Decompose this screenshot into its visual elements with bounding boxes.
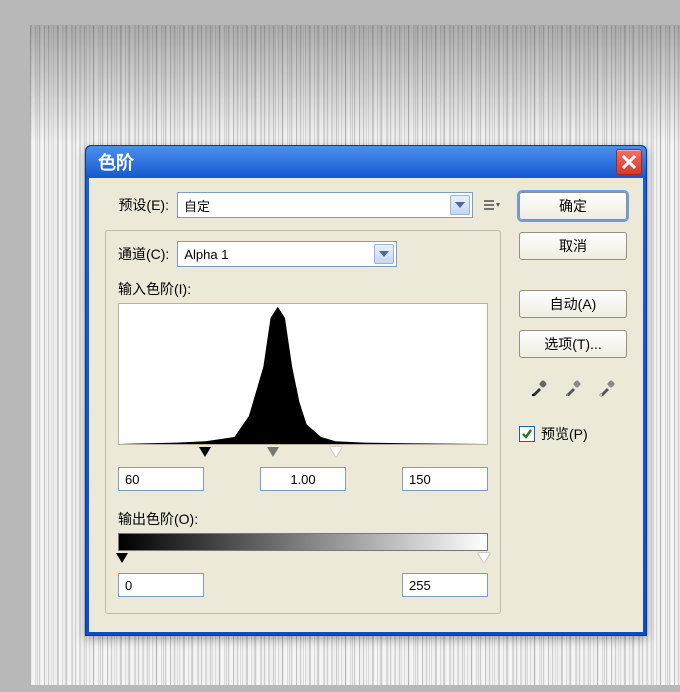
auto-button[interactable]: 自动(A) [519, 290, 627, 318]
shadow-input[interactable]: 60 [118, 467, 204, 491]
channel-combo[interactable]: Alpha 1 [177, 241, 397, 267]
channel-value: Alpha 1 [184, 247, 374, 262]
output-high-input[interactable]: 255 [402, 573, 488, 597]
levels-dialog: 色阶 预设(E): 自定 [85, 145, 647, 636]
histogram[interactable] [118, 303, 488, 445]
highlight-input[interactable]: 150 [402, 467, 488, 491]
channel-group: 通道(C): Alpha 1 输入色阶(I): [105, 230, 501, 614]
output-low-slider[interactable] [116, 553, 128, 563]
preset-label: 预设(E): [105, 195, 169, 215]
menu-icon [482, 199, 500, 211]
output-levels-label: 输出色阶(O): [118, 509, 488, 529]
gray-point-eyedropper[interactable] [559, 374, 587, 402]
close-icon [622, 155, 636, 169]
input-slider[interactable] [118, 447, 488, 461]
eyedropper-icon [563, 378, 583, 398]
dialog-title: 色阶 [98, 149, 134, 175]
preview-label: 预览(P) [541, 424, 588, 444]
close-button[interactable] [616, 149, 642, 175]
highlight-slider[interactable] [330, 447, 342, 457]
output-gradient [118, 533, 488, 551]
dialog-body: 预设(E): 自定 通道(C): [89, 178, 643, 632]
midtone-slider[interactable] [267, 447, 279, 457]
shadow-slider[interactable] [199, 447, 211, 457]
options-button[interactable]: 选项(T)... [519, 330, 627, 358]
preset-value: 自定 [184, 196, 450, 215]
chevron-down-icon [450, 195, 470, 215]
black-point-eyedropper[interactable] [525, 374, 553, 402]
preset-combo[interactable]: 自定 [177, 192, 473, 218]
histogram-chart [119, 304, 487, 444]
chevron-down-icon [374, 244, 394, 264]
preview-checkbox[interactable] [519, 426, 535, 442]
midtone-input[interactable]: 1.00 [260, 467, 346, 491]
titlebar[interactable]: 色阶 [86, 146, 646, 178]
input-levels-label: 输入色阶(I): [118, 279, 488, 299]
output-low-input[interactable]: 0 [118, 573, 204, 597]
eyedropper-icon [597, 378, 617, 398]
eyedropper-icon [529, 378, 549, 398]
check-icon [521, 428, 533, 440]
output-high-slider[interactable] [478, 553, 490, 563]
channel-label: 通道(C): [118, 244, 169, 264]
ok-button[interactable]: 确定 [519, 192, 627, 220]
white-point-eyedropper[interactable] [593, 374, 621, 402]
output-slider[interactable] [118, 553, 488, 567]
preset-menu-button[interactable] [481, 197, 501, 213]
cancel-button[interactable]: 取消 [519, 232, 627, 260]
